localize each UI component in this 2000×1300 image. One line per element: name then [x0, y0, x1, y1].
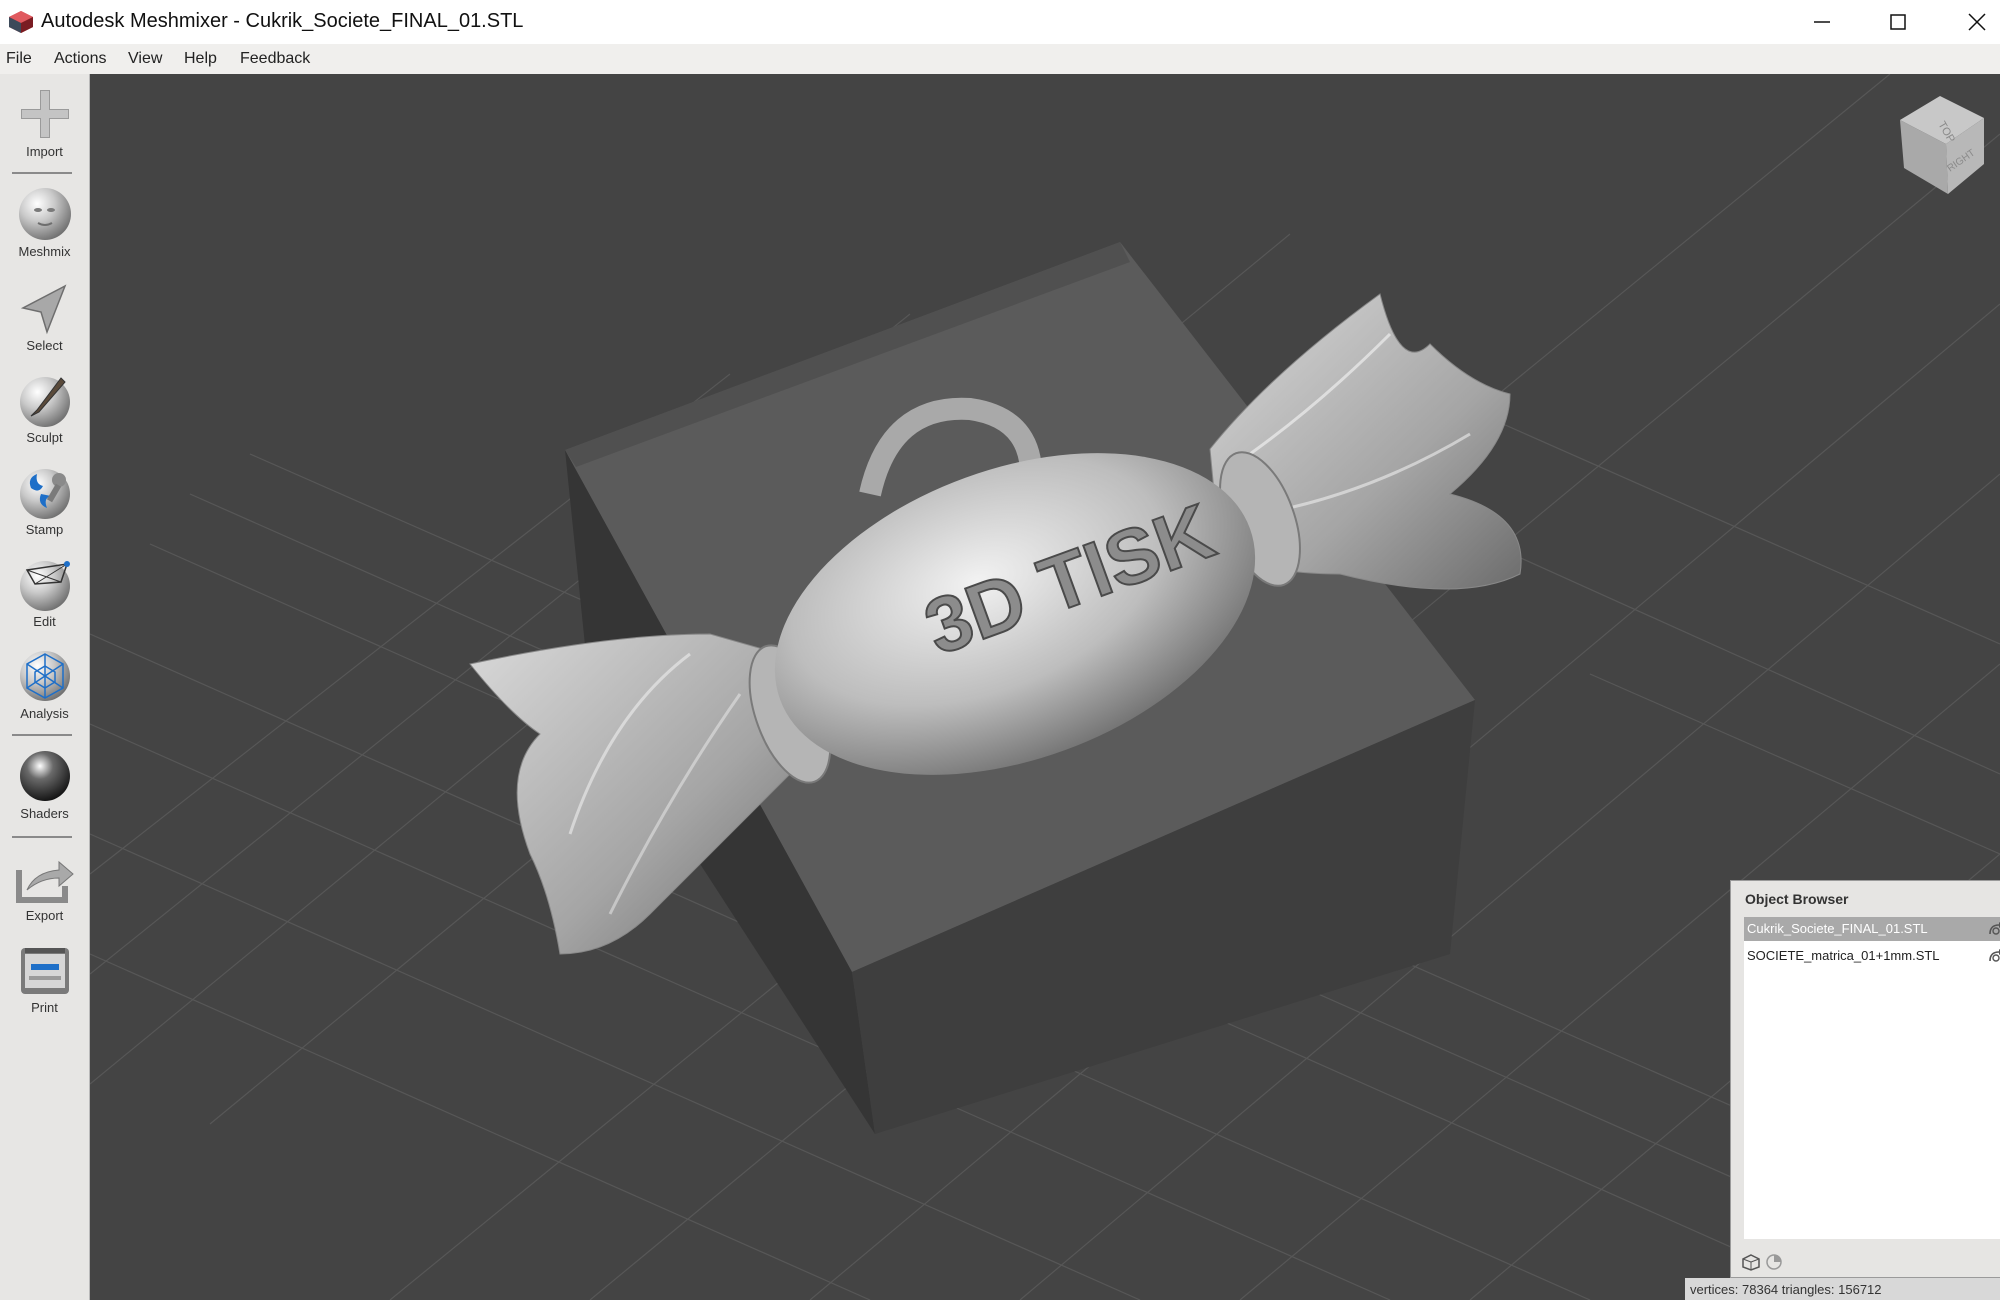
tool-stamp[interactable]: Stamp	[0, 464, 89, 537]
menu-feedback[interactable]: Feedback	[240, 50, 310, 68]
toolbar-divider	[12, 734, 72, 736]
object-item-societe[interactable]: SOCIETE_matrica_01+1mm.STL	[1744, 944, 2000, 968]
edit-ball-icon	[19, 561, 70, 611]
tool-select[interactable]: Select	[0, 280, 89, 353]
object-browser-title: Object Browser	[1745, 891, 1849, 907]
tool-meshmix-label: Meshmix	[18, 244, 71, 259]
shader-ball-icon	[19, 751, 70, 801]
mesh-stats: vertices: 78364 triangles: 156712	[1690, 1282, 1882, 1297]
arrow-cursor-icon	[20, 284, 66, 335]
tool-print[interactable]: Print	[0, 942, 89, 1015]
menu-help[interactable]: Help	[184, 50, 217, 68]
plus-icon	[20, 90, 69, 138]
tool-meshmix[interactable]: Meshmix	[0, 186, 89, 259]
tool-import-label: Import	[26, 144, 63, 159]
object-item-cukrik[interactable]: Cukrik_Societe_FINAL_01.STL	[1744, 917, 2000, 941]
meshmixer-logo-icon	[9, 11, 33, 33]
maximize-icon	[1890, 14, 1906, 30]
shader-toggle-icon[interactable]	[1765, 1253, 1783, 1276]
object-item-name: SOCIETE_matrica_01+1mm.STL	[1747, 948, 1940, 963]
tool-edit-label: Edit	[33, 614, 56, 629]
menu-file[interactable]: File	[6, 50, 32, 68]
tool-stamp-label: Stamp	[25, 522, 64, 537]
object-list: Cukrik_Societe_FINAL_01.STL SOCIETE_matr…	[1744, 917, 2000, 1239]
window-title: Autodesk Meshmixer - Cukrik_Societe_FINA…	[41, 10, 524, 32]
3d-viewport[interactable]: 3D TISK TOP RIGHT Object Browser × Cukri…	[90, 74, 2000, 1300]
object-browser-panel: Object Browser × Cukrik_Societe_FINAL_01…	[1730, 880, 2000, 1278]
tool-print-label: Print	[31, 1000, 58, 1015]
title-bar: Autodesk Meshmixer - Cukrik_Societe_FINA…	[0, 0, 2000, 44]
menu-bar: File Actions View Help Feedback	[0, 44, 2000, 75]
cube-icon[interactable]	[1741, 1253, 1761, 1276]
analysis-ball-icon	[19, 651, 70, 701]
tool-shaders-label: Shaders	[20, 806, 69, 821]
tool-select-label: Select	[26, 338, 63, 353]
brush-ball-icon	[19, 377, 70, 427]
transform-icon[interactable]	[1987, 921, 2000, 940]
close-button[interactable]	[1945, 0, 2000, 44]
maximize-button[interactable]	[1866, 0, 1930, 44]
tool-export-label: Export	[25, 908, 64, 923]
minimize-button[interactable]	[1790, 0, 1854, 44]
tool-sculpt-label: Sculpt	[26, 430, 63, 445]
transform-icon[interactable]	[1987, 948, 2000, 967]
tool-import[interactable]: Import	[0, 86, 89, 159]
export-icon	[15, 860, 74, 903]
menu-view[interactable]: View	[128, 50, 162, 68]
minimize-icon	[1814, 21, 1830, 23]
printer-icon	[20, 948, 69, 994]
object-item-name: Cukrik_Societe_FINAL_01.STL	[1747, 921, 1928, 936]
tool-sculpt[interactable]: Sculpt	[0, 372, 89, 445]
close-icon	[1968, 13, 1986, 31]
stamp-ball-icon	[19, 469, 70, 519]
view-cube[interactable]: TOP RIGHT	[1890, 90, 1990, 200]
tool-analysis[interactable]: Analysis	[0, 648, 89, 721]
face-ball-icon	[18, 188, 71, 240]
toolbar-divider	[12, 836, 72, 838]
tool-analysis-label: Analysis	[20, 706, 69, 721]
status-bar: vertices: 78364 triangles: 156712	[1685, 1278, 2000, 1300]
left-toolbar: Import Meshmix Select Sculpt Stamp Edit …	[0, 74, 90, 1300]
menu-actions[interactable]: Actions	[54, 50, 106, 68]
toolbar-divider	[12, 172, 72, 174]
tool-export[interactable]: Export	[0, 850, 89, 923]
tool-edit[interactable]: Edit	[0, 556, 89, 629]
scene: 3D TISK	[90, 74, 2000, 1300]
tool-shaders[interactable]: Shaders	[0, 748, 89, 821]
